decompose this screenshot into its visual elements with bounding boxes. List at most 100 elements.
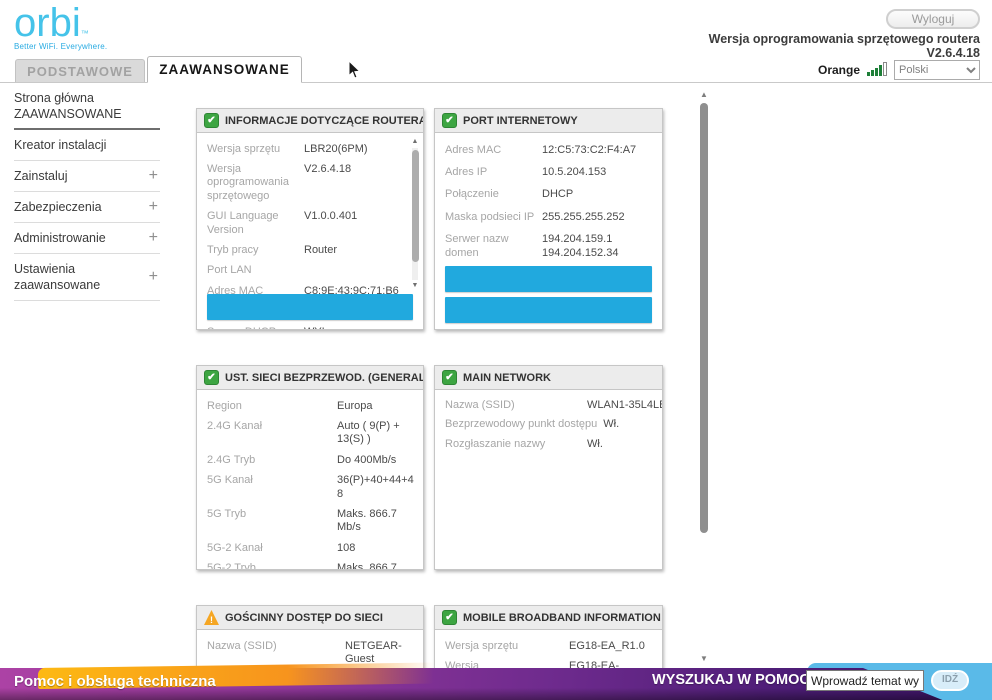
sidebar-item[interactable]: Zabezpieczenia + xyxy=(14,192,160,223)
row-label: Bezprzewodowy punkt dostępu xyxy=(445,418,598,431)
sidebar-item-label: Administrowanie xyxy=(14,231,106,245)
row-label: Wersja sprzętu xyxy=(207,142,281,155)
sidebar-item[interactable]: Administrowanie + xyxy=(14,223,160,254)
check-icon xyxy=(204,370,219,385)
info-row: GUI Language Version V1.0.0.401 xyxy=(207,207,401,241)
row-label: 5G-2 Kanał xyxy=(207,541,263,554)
panel-action-button[interactable] xyxy=(445,266,652,292)
info-row: 5G-2 Kanał 108 xyxy=(207,538,415,558)
support-title: Pomoc i obsługa techniczna xyxy=(14,673,216,690)
check-icon xyxy=(442,370,457,385)
row-label: GUI Language Version xyxy=(207,210,279,236)
panel-header: GOŚCINNY DOSTĘP DO SIECI xyxy=(197,606,423,630)
row-label: Maska podsieci IP xyxy=(445,210,535,223)
row-value: Maks. 866.7 Mb/s xyxy=(337,507,397,534)
row-value: WYŁ. xyxy=(304,326,401,329)
sidebar-nav: Strona główna ZAAWANSOWANE Kreator insta… xyxy=(14,88,160,301)
scroll-up-icon[interactable]: ▲ xyxy=(410,138,420,146)
sidebar-item-label: Kreator instalacji xyxy=(14,138,107,152)
info-row: Wersja sprzętu LBR20(6PM) xyxy=(207,139,401,159)
panel-action-button[interactable] xyxy=(445,297,652,323)
row-label: Wersja oprogramowania sprzętowego xyxy=(207,162,289,202)
row-label: Nazwa (SSID) xyxy=(445,399,515,411)
row-value: 194.204.159.1 194.204.152.34 xyxy=(542,233,619,259)
scroll-down-icon[interactable]: ▼ xyxy=(698,654,710,663)
info-row: 2.4G Tryb Do 400Mb/s xyxy=(207,450,415,470)
sidebar-item[interactable]: Ustawienia zaawansowane + xyxy=(14,254,160,301)
info-row: 5G Kanał 36(P)+40+44+48 xyxy=(207,471,415,505)
signal-bars-icon xyxy=(867,62,887,78)
sidebar-item-label: Ustawienia zaawansowane xyxy=(14,262,101,292)
panel-internet-port: PORT INTERNETOWY Adres MAC 12:C5:73:C2:F… xyxy=(434,108,663,330)
sidebar-item-label: Zainstaluj xyxy=(14,169,68,183)
sidebar-item[interactable]: Kreator instalacji xyxy=(14,130,160,161)
support-footer: Pomoc i obsługa techniczna WYSZUKAJ W PO… xyxy=(0,661,992,700)
expand-plus-icon[interactable]: + xyxy=(149,198,158,216)
panel-header: INFORMACJE DOTYCZĄCE ROUTERA xyxy=(197,109,423,133)
logo-tagline: Better WiFi. Everywhere. xyxy=(14,42,108,51)
panel-header: PORT INTERNETOWY xyxy=(435,109,662,133)
sidebar-item[interactable]: Strona główna ZAAWANSOWANE xyxy=(14,88,160,130)
scroll-down-icon[interactable]: ▼ xyxy=(410,282,420,290)
row-label: 5G-2 Tryb xyxy=(207,562,256,570)
row-value: WLAN1-35L4LB xyxy=(587,399,663,411)
search-go-button[interactable]: IDŹ xyxy=(931,670,969,691)
panel-title: PORT INTERNETOWY xyxy=(463,114,578,127)
row-value: Maks. 866.7 Mb/s xyxy=(337,562,397,570)
row-value: LBR20(6PM) xyxy=(304,142,368,155)
row-value: Europa xyxy=(337,399,373,412)
expand-plus-icon[interactable]: + xyxy=(149,229,158,247)
row-label: Port LAN xyxy=(207,264,252,277)
orbi-logo-text: orbi™ xyxy=(14,1,89,45)
carrier-name: Orange xyxy=(817,63,860,77)
row-value: 12:C5:73:C2:F4:A7 xyxy=(542,143,637,156)
row-value: 10.5.204.153 xyxy=(542,165,607,178)
info-row: Serwer DHCP WYŁ. xyxy=(207,322,401,329)
page-scrollbar[interactable]: ▲ ▼ xyxy=(698,90,710,663)
orbi-logo: orbi™ Better WiFi. Everywhere. xyxy=(14,2,107,51)
panel-title: GOŚCINNY DOSTĘP DO SIECI xyxy=(225,611,383,624)
language-select[interactable]: Polski xyxy=(894,60,980,80)
info-row: Adres IP 10.5.204.153 xyxy=(445,161,654,183)
row-value: Do 400Mb/s xyxy=(337,453,397,466)
scrollbar-thumb[interactable] xyxy=(700,103,708,533)
scroll-up-icon[interactable]: ▲ xyxy=(698,90,710,99)
scrollbar-thumb[interactable] xyxy=(411,150,419,262)
panel-buttons xyxy=(445,266,652,323)
tab-podstawowe[interactable]: PODSTAWOWE xyxy=(15,59,145,82)
sidebar-item[interactable]: Zainstaluj + xyxy=(14,161,160,192)
row-label: Adres IP xyxy=(445,165,488,178)
info-row: Region Europa xyxy=(207,396,415,416)
tab-zaawansowane[interactable]: ZAAWANSOWANE xyxy=(147,56,302,83)
info-row: Maska podsieci IP 255.255.255.252 xyxy=(445,206,654,228)
row-value: 108 xyxy=(337,541,356,554)
row-value: Auto ( 9(P) + 13(S) ) xyxy=(337,419,400,446)
info-row: Wersja sprzętu EG18-EA_R1.0 xyxy=(445,636,654,656)
row-value: Wł. xyxy=(587,437,603,450)
expand-plus-icon[interactable]: + xyxy=(149,167,158,185)
row-label: 5G Kanał xyxy=(207,474,253,487)
panel-router-information: INFORMACJE DOTYCZĄCE ROUTERA Wersja sprz… xyxy=(196,108,424,330)
panel-wireless-settings: UST. SIECI BEZPRZEWOD. (GENERAL) Region … xyxy=(196,365,424,570)
expand-plus-icon[interactable]: + xyxy=(149,268,158,286)
row-label: 5G Tryb xyxy=(207,507,247,520)
info-row: Serwer nazw domen 194.204.159.1 194.204.… xyxy=(445,229,654,265)
row-label: 2.4G Kanał xyxy=(207,419,263,432)
info-row: 5G Tryb Maks. 866.7 Mb/s xyxy=(207,504,415,538)
panel-action-button[interactable] xyxy=(207,294,413,320)
check-icon xyxy=(204,113,219,128)
row-label: Adres MAC xyxy=(445,143,502,156)
row-value xyxy=(304,264,401,277)
panel-scrollbar[interactable]: ▲ ▼ xyxy=(410,138,420,290)
panel-header: MOBILE BROADBAND INFORMATION xyxy=(435,606,662,630)
row-value: DHCP xyxy=(542,188,574,201)
row-label: Serwer DHCP xyxy=(207,326,304,329)
logout-button[interactable]: Wyloguj xyxy=(886,9,980,29)
help-search-input[interactable] xyxy=(806,670,924,691)
info-row: 5G-2 Tryb Maks. 866.7 Mb/s xyxy=(207,559,415,570)
info-row: Bezprzewodowy punkt dostępu Wł. xyxy=(445,415,654,434)
warning-icon xyxy=(204,610,219,625)
row-label: Rozgłaszanie nazwy xyxy=(445,437,546,450)
info-row: Rozgłaszanie nazwy Wł. xyxy=(445,435,654,454)
firmware-label: Wersja oprogramowania sprzętowego router… xyxy=(708,32,980,46)
